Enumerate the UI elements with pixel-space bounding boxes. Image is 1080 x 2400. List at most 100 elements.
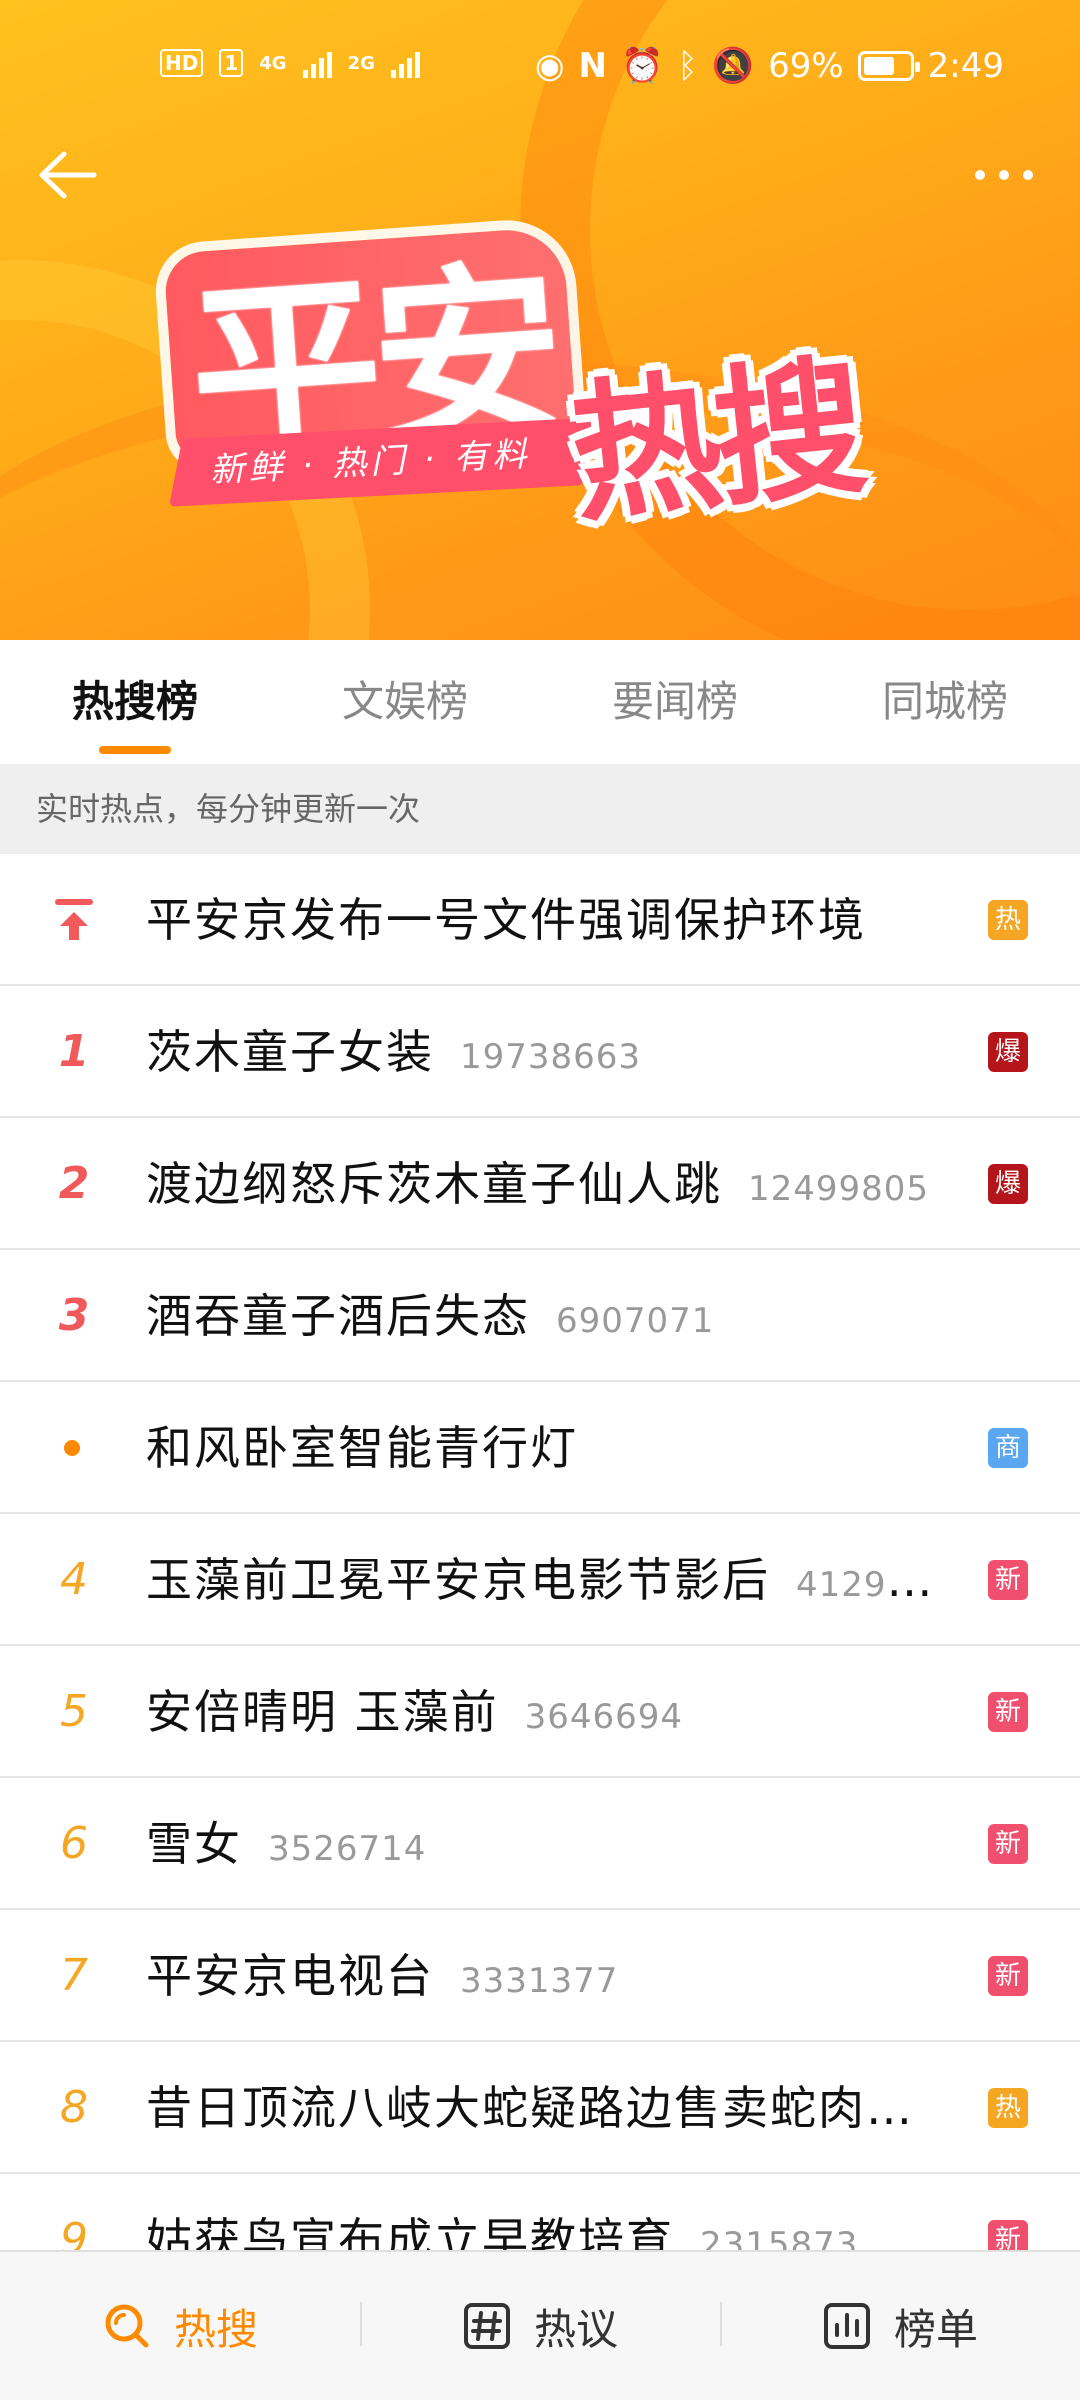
- dot-icon: [1023, 170, 1033, 180]
- rank-number: 8: [60, 2082, 88, 2133]
- list-item[interactable]: 7 平安京电视台 3331377 新: [0, 1910, 1080, 2042]
- nfc-icon: N: [578, 46, 607, 86]
- status-badge: 爆: [988, 1164, 1028, 1204]
- list-item[interactable]: 6 雪女 3526714 新: [0, 1778, 1080, 1910]
- arrow-left-icon: [39, 151, 97, 199]
- topic-title: 和风卧室智能青行灯: [146, 1421, 578, 1475]
- topic-title-container: 渡边纲怒斥茨木童子仙人跳 12499805: [146, 1118, 929, 1255]
- header-banner: HD 1 4G 2G ◉ N ⏰ ᛒ 🔕 69% 2:49 平安 新鲜 · 热门: [0, 0, 1080, 640]
- list-item[interactable]: 2 渡边纲怒斥茨木童子仙人跳 12499805 爆: [0, 1118, 1080, 1250]
- topic-title-container: 茨木童子女装 19738663: [146, 986, 641, 1123]
- rank-number: 9: [60, 2214, 88, 2250]
- topic-title-container: 平安京电视台 3331377: [146, 1910, 618, 2047]
- rank-number: 3: [58, 1290, 90, 1341]
- logo-text-secondary: 热搜: [562, 338, 868, 544]
- list-item[interactable]: 8 昔日顶流八岐大蛇疑路边售卖蛇肉… 热: [0, 2042, 1080, 2174]
- nav-hot-search-label: 热搜: [173, 2304, 258, 2354]
- rank-number: 6: [60, 1818, 88, 1869]
- battery-level: [863, 57, 894, 75]
- status-badge: 热: [988, 900, 1028, 940]
- dot-icon: [64, 1440, 80, 1456]
- topic-title-container: 昔日顶流八岐大蛇疑路边售卖蛇肉…: [146, 2042, 914, 2174]
- topic-title-container: 安倍晴明 玉藻前 3646694: [146, 1646, 683, 1783]
- search-count: 3331377: [460, 1961, 619, 2001]
- status-badge: 新: [988, 1824, 1028, 1864]
- battery-percent: 69%: [768, 46, 844, 86]
- list-item[interactable]: 平安京发布一号文件强调保护环境 热: [0, 854, 1080, 986]
- list-item[interactable]: 4 玉藻前卫冕平安京电影节影后 4129585 新: [0, 1514, 1080, 1646]
- nav-discussion-label: 热议: [533, 2304, 618, 2354]
- topic-title-container: 玉藻前卫冕平安京电影节影后 4129585: [146, 1514, 946, 1651]
- tab-entertainment[interactable]: 文娱榜: [270, 640, 540, 764]
- status-badge: 新: [988, 1956, 1028, 1996]
- tab-hot-search[interactable]: 热搜榜: [0, 640, 270, 764]
- status-badge: 热: [988, 2088, 1028, 2128]
- topic-title: 平安京电视台: [146, 1949, 434, 2003]
- search-count: 4129585: [796, 1565, 946, 1605]
- list-item[interactable]: 1 茨木童子女装 19738663 爆: [0, 986, 1080, 1118]
- rank-number: 5: [60, 1686, 88, 1737]
- bluetooth-icon: ᛒ: [677, 46, 698, 86]
- network-type-2: 2G: [347, 52, 375, 74]
- sim-indicator: 1: [219, 49, 244, 77]
- nav-divider: [720, 2302, 722, 2346]
- pinned-top-icon: [55, 899, 93, 940]
- rank-number: 1: [58, 1026, 90, 1077]
- topic-title: 渡边纲怒斥茨木童子仙人跳: [146, 1157, 722, 1211]
- list-item[interactable]: 5 安倍晴明 玉藻前 3646694 新: [0, 1646, 1080, 1778]
- topic-title-container: 和风卧室智能青行灯: [146, 1382, 578, 1514]
- list-item[interactable]: 9 姑获鸟宣布成立早教培育 2315873 新: [0, 2174, 1080, 2250]
- nav-hot-search[interactable]: 热搜: [0, 2252, 360, 2400]
- search-count: 3646694: [524, 1697, 684, 1737]
- hot-search-list: 平安京发布一号文件强调保护环境热 1 茨木童子女装 19738663 爆 2 渡边纲怒斥茨木…: [0, 854, 1080, 2250]
- clock: 2:49: [927, 46, 1004, 86]
- dot-icon: [999, 170, 1009, 180]
- topic-title-container: 酒吞童子酒后失态 6907071: [146, 1250, 714, 1387]
- nav-rankings[interactable]: 榜单: [720, 2252, 1080, 2400]
- topic-title: 茨木童子女装: [146, 1025, 434, 1079]
- topic-title: 姑获鸟宣布成立早教培育: [146, 2213, 674, 2250]
- chart-icon: [823, 2303, 870, 2349]
- hashtag-icon: [463, 2303, 510, 2349]
- status-bar: HD 1 4G 2G ◉ N ⏰ ᛒ 🔕 69% 2:49: [0, 40, 1080, 100]
- topic-title: 昔日顶流八岐大蛇疑路边售卖蛇肉…: [146, 2081, 914, 2135]
- more-options-button[interactable]: [964, 150, 1044, 200]
- update-notice-text: 实时热点，每分钟更新一次: [36, 790, 421, 828]
- status-badge: 新: [988, 2220, 1028, 2250]
- eye-icon: ◉: [534, 46, 565, 86]
- signal-icon: [390, 48, 420, 78]
- search-icon: [105, 2304, 149, 2348]
- status-badge: 新: [988, 1560, 1028, 1600]
- hd-indicator: HD: [160, 49, 204, 77]
- search-count: 6907071: [556, 1301, 715, 1341]
- topic-title: 平安京发布一号文件强调保护环境: [146, 893, 866, 947]
- dot-icon: [975, 170, 985, 180]
- search-count: 12499805: [748, 1169, 930, 1209]
- tab-news[interactable]: 要闻榜: [540, 640, 810, 764]
- network-type-1: 4G: [259, 52, 287, 74]
- ranking-tabs: 热搜榜 文娱榜 要闻榜 同城榜: [0, 640, 1080, 764]
- rank-number: 4: [60, 1554, 88, 1605]
- rank-number: 7: [60, 1950, 88, 2001]
- list-item[interactable]: 3 酒吞童子酒后失态 6907071: [0, 1250, 1080, 1382]
- topic-title: 雪女: [146, 1817, 242, 1871]
- topic-title-container: 平安京发布一号文件强调保护环境: [146, 854, 866, 986]
- list-item[interactable]: 和风卧室智能青行灯 商: [0, 1382, 1080, 1514]
- update-notice: 实时热点，每分钟更新一次: [0, 764, 1080, 854]
- signal-icon: [302, 48, 332, 78]
- nav-divider: [360, 2302, 362, 2346]
- bottom-navigation: 热搜 热议 榜单: [0, 2250, 1080, 2400]
- search-count: 2315873: [700, 2225, 859, 2250]
- rank-number: 2: [58, 1158, 90, 1209]
- topic-title: 玉藻前卫冕平安京电影节影后: [146, 1553, 770, 1607]
- battery-icon: [857, 51, 920, 81]
- status-badge: 新: [988, 1692, 1028, 1732]
- topic-title-container: 雪女 3526714: [146, 1778, 426, 1915]
- search-count: 19738663: [460, 1037, 642, 1077]
- topic-title: 酒吞童子酒后失态: [146, 1289, 530, 1343]
- back-button[interactable]: [34, 140, 104, 210]
- tab-local[interactable]: 同城榜: [810, 640, 1080, 764]
- nav-discussion[interactable]: 热议: [360, 2252, 720, 2400]
- topic-title: 安倍晴明 玉藻前: [146, 1685, 499, 1739]
- mute-icon: 🔕: [711, 46, 755, 86]
